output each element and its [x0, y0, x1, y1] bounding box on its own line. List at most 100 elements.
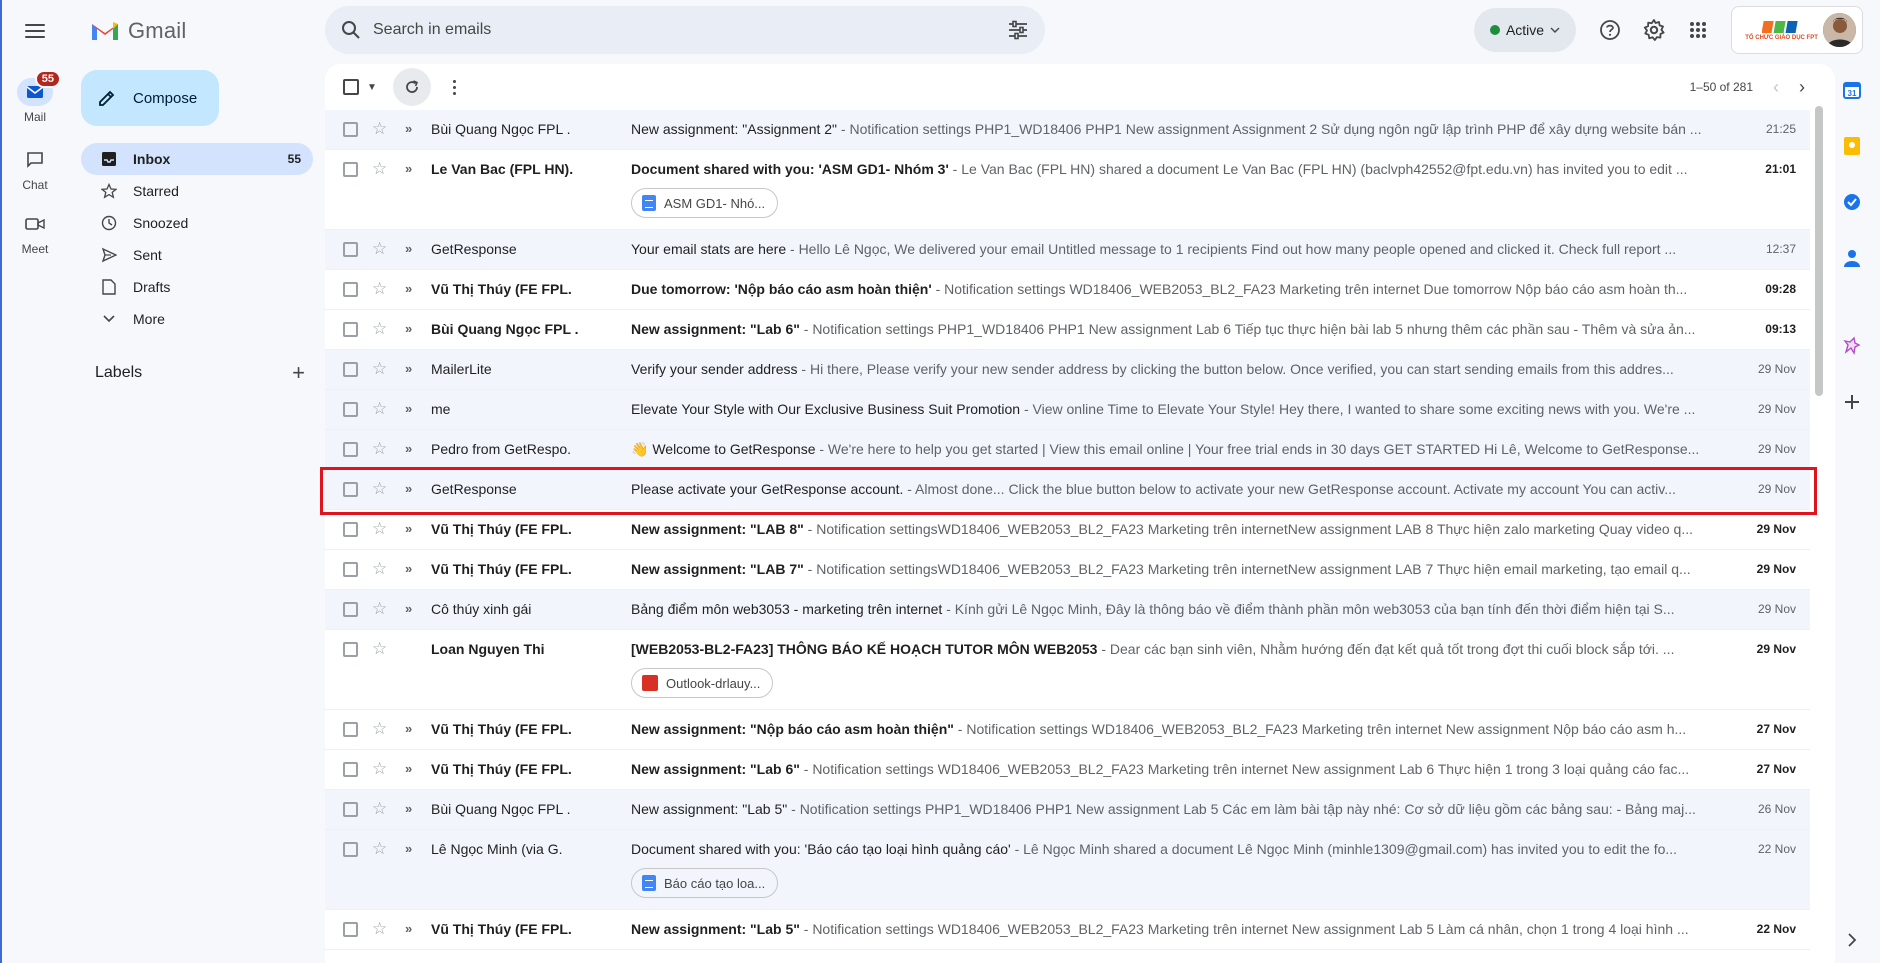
- add-addon-icon[interactable]: [1840, 390, 1864, 414]
- star-icon[interactable]: ☆: [372, 240, 387, 257]
- email-row[interactable]: ☆ » Pedro from GetRespo. 👋 Welcome to GetRe…: [325, 430, 1810, 470]
- sidebar-item-starred[interactable]: Starred: [81, 175, 313, 207]
- star-icon[interactable]: ☆: [372, 160, 387, 177]
- row-checkbox[interactable]: [343, 322, 358, 337]
- row-checkbox[interactable]: [343, 802, 358, 817]
- important-marker-icon[interactable]: »: [405, 761, 412, 776]
- rail-item-meet[interactable]: Meet: [0, 210, 70, 256]
- important-marker-icon[interactable]: »: [405, 561, 412, 576]
- star-icon[interactable]: ☆: [372, 520, 387, 537]
- refresh-button[interactable]: [392, 68, 431, 106]
- important-marker-icon[interactable]: »: [405, 601, 412, 616]
- sidebar-item-inbox[interactable]: Inbox 55: [81, 143, 313, 175]
- rail-item-chat[interactable]: Chat: [0, 146, 70, 192]
- email-row[interactable]: ☆ » Cô thúy xinh gái Bảng điểm môn web3053 …: [325, 590, 1810, 630]
- email-row[interactable]: ☆ » GetResponse Your email stats are here -…: [325, 230, 1810, 270]
- settings-gear-icon[interactable]: [1640, 16, 1668, 44]
- important-marker-icon[interactable]: »: [405, 401, 412, 416]
- rail-item-mail[interactable]: 55 Mail: [0, 70, 70, 124]
- email-row[interactable]: ☆ Loan Nguyen Thi [WEB2053-BL2-FA23] THÔNG…: [325, 630, 1810, 710]
- email-row[interactable]: ☆ » Le Van Bac (FPL HN). Document shared wi…: [325, 150, 1810, 230]
- star-icon[interactable]: ☆: [372, 360, 387, 377]
- account-switcher[interactable]: TỔ CHỨC GIÁO DỤC FPT: [1731, 6, 1863, 54]
- email-row[interactable]: ☆ » Vũ Thị Thúy (FE FPL. New assignment: "L…: [325, 550, 1810, 590]
- chevron-right-icon[interactable]: [1840, 928, 1864, 952]
- row-checkbox[interactable]: [343, 642, 358, 657]
- star-icon[interactable]: ☆: [372, 800, 387, 817]
- status-selector[interactable]: Active: [1474, 8, 1576, 52]
- row-checkbox[interactable]: [343, 562, 358, 577]
- calendar-icon[interactable]: 31: [1840, 78, 1864, 102]
- star-icon[interactable]: ☆: [372, 280, 387, 297]
- important-marker-icon[interactable]: »: [405, 841, 412, 856]
- list-scrollbar[interactable]: [1815, 106, 1823, 396]
- star-icon[interactable]: ☆: [372, 560, 387, 577]
- row-checkbox[interactable]: [343, 362, 358, 377]
- important-marker-icon[interactable]: »: [405, 721, 412, 736]
- star-icon[interactable]: ☆: [372, 440, 387, 457]
- contacts-icon[interactable]: [1840, 246, 1864, 270]
- important-marker-icon[interactable]: »: [405, 281, 412, 296]
- search-input[interactable]: [373, 21, 995, 39]
- help-icon[interactable]: [1596, 16, 1624, 44]
- row-checkbox[interactable]: [343, 162, 358, 177]
- select-options-dropdown[interactable]: ▼: [367, 82, 377, 93]
- row-checkbox[interactable]: [343, 762, 358, 777]
- row-checkbox[interactable]: [343, 282, 358, 297]
- star-icon[interactable]: ☆: [372, 600, 387, 617]
- email-row[interactable]: ☆ » Vũ Thị Thúy (FE FPL. New assignment: "L…: [325, 910, 1810, 950]
- star-icon[interactable]: ☆: [372, 760, 387, 777]
- important-marker-icon[interactable]: »: [405, 801, 412, 816]
- star-icon[interactable]: ☆: [372, 320, 387, 337]
- important-marker-icon[interactable]: »: [405, 361, 412, 376]
- star-icon[interactable]: ☆: [372, 920, 387, 937]
- row-checkbox[interactable]: [343, 842, 358, 857]
- previous-page-button[interactable]: ‹: [1773, 77, 1779, 98]
- select-all-checkbox[interactable]: [343, 79, 359, 95]
- apps-grid-icon[interactable]: [1684, 16, 1712, 44]
- search-icon[interactable]: [341, 20, 361, 40]
- keep-icon[interactable]: [1840, 134, 1864, 158]
- row-checkbox[interactable]: [343, 602, 358, 617]
- next-page-button[interactable]: ›: [1799, 77, 1805, 98]
- attachment-chip[interactable]: Báo cáo tạo loa...: [631, 868, 779, 898]
- star-icon[interactable]: ☆: [372, 840, 387, 857]
- row-checkbox[interactable]: [343, 722, 358, 737]
- important-marker-icon[interactable]: »: [405, 121, 412, 136]
- important-marker-icon[interactable]: »: [405, 481, 412, 496]
- row-checkbox[interactable]: [343, 242, 358, 257]
- important-marker-icon[interactable]: »: [405, 521, 412, 536]
- row-checkbox[interactable]: [343, 122, 358, 137]
- star-icon[interactable]: ☆: [372, 120, 387, 137]
- email-row[interactable]: ☆ » MailerLite Verify your sender address -…: [325, 350, 1810, 390]
- attachment-chip[interactable]: Outlook-drlauy...: [631, 668, 774, 698]
- compose-button[interactable]: Compose: [81, 70, 219, 126]
- star-icon[interactable]: ☆: [372, 720, 387, 737]
- search-options-icon[interactable]: [1007, 20, 1029, 40]
- important-marker-icon[interactable]: »: [405, 161, 412, 176]
- star-icon[interactable]: ☆: [372, 480, 387, 497]
- star-icon[interactable]: ☆: [372, 400, 387, 417]
- sidebar-item-snoozed[interactable]: Snoozed: [81, 207, 313, 239]
- tasks-icon[interactable]: [1840, 190, 1864, 214]
- add-label-icon[interactable]: +: [292, 360, 305, 386]
- email-row[interactable]: ☆ » Vũ Thị Thúy (FE FPL. New assignment: "N…: [325, 710, 1810, 750]
- email-row[interactable]: ☆ » Lê Ngọc Minh (via G. Document shared wi…: [325, 830, 1810, 910]
- row-checkbox[interactable]: [343, 442, 358, 457]
- main-menu-icon[interactable]: [20, 16, 50, 46]
- gmail-logo[interactable]: Gmail: [90, 14, 186, 48]
- important-marker-icon[interactable]: »: [405, 241, 412, 256]
- star-icon[interactable]: ☆: [372, 640, 387, 657]
- email-row[interactable]: ☆ » Bùi Quang Ngọc FPL . New assignment: "A…: [325, 110, 1810, 150]
- email-row[interactable]: ☆ » Vũ Thị Thúy (FE FPL. Due tomorrow: 'Nộp…: [325, 270, 1810, 310]
- important-marker-icon[interactable]: »: [405, 321, 412, 336]
- email-row[interactable]: ☆ » me Elevate Your Style with Our Exclusiv…: [325, 390, 1810, 430]
- email-row[interactable]: ☆ » Bùi Quang Ngọc FPL . New assignment: "L…: [325, 310, 1810, 350]
- important-marker-icon[interactable]: »: [405, 921, 412, 936]
- email-row[interactable]: ☆ » Vũ Thị Thúy (FE FPL. New assignment: "L…: [325, 750, 1810, 790]
- row-checkbox[interactable]: [343, 482, 358, 497]
- more-options-icon[interactable]: [445, 79, 465, 95]
- email-row[interactable]: ☆ » Bùi Quang Ngọc FPL . New assignment: "L…: [325, 790, 1810, 830]
- email-row[interactable]: ☆ » Vũ Thị Thúy (FE FPL. New assignment: "L…: [325, 510, 1810, 550]
- attachment-chip[interactable]: ASM GD1- Nhó...: [631, 188, 779, 218]
